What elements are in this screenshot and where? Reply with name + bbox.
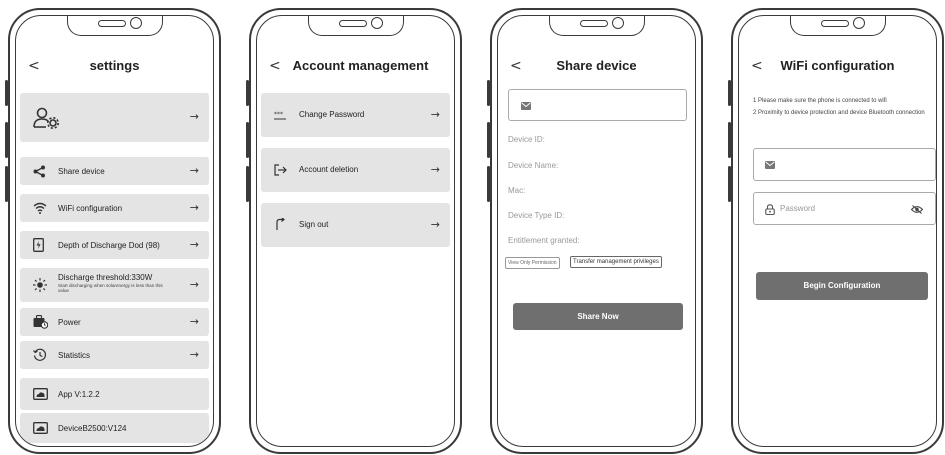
side-button <box>728 122 731 158</box>
header: < settings <box>16 58 213 78</box>
side-button <box>728 166 731 202</box>
arrow-right-icon: → <box>189 278 199 291</box>
arrow-right-icon: → <box>189 201 199 214</box>
view-only-permission-option[interactable]: View Only Permission <box>505 257 560 269</box>
share-icon <box>33 165 45 178</box>
settings-item-label: Power <box>58 318 81 327</box>
account-item-deletion[interactable]: Account deletion → <box>261 148 450 192</box>
device-version: DeviceB2500:V124 <box>58 424 127 433</box>
power-briefcase-icon <box>33 315 48 329</box>
page-title: Share device <box>556 58 637 73</box>
mail-icon <box>765 161 775 169</box>
arrow-right-icon: → <box>189 110 199 123</box>
account-item-label: Account deletion <box>299 165 359 174</box>
battery-charge-icon <box>33 238 44 252</box>
settings-item-wifi[interactable]: WiFi configuration → <box>20 194 209 222</box>
wifi-account-input[interactable] <box>753 148 936 181</box>
phone-share-device: < Share device Device ID: Device Name: M… <box>487 8 703 454</box>
device-version-row: DeviceB2500:V124 <box>20 413 209 443</box>
transfer-privileges-option[interactable]: Transfer management privileges <box>570 256 662 268</box>
account-item-label: Change Password <box>299 110 365 119</box>
eye-hidden-icon[interactable] <box>911 205 923 214</box>
svg-text:***: *** <box>274 111 283 118</box>
instruction-2: 2 Proximity to device protection and dev… <box>753 110 925 116</box>
arrow-right-icon: → <box>189 315 199 328</box>
header: < Account management <box>257 58 454 78</box>
account-item-label: Sign out <box>299 220 329 229</box>
settings-item-dod[interactable]: Depth of Discharge Dod (98) → <box>20 231 209 259</box>
account-item-change-password[interactable]: *** Change Password → <box>261 93 450 137</box>
arrow-right-icon: → <box>189 238 199 251</box>
settings-item-share-device[interactable]: Share device → <box>20 157 209 185</box>
settings-item-discharge-threshold[interactable]: Discharge threshold:330W Start dischargi… <box>20 268 209 302</box>
account-row[interactable]: → <box>20 93 209 142</box>
cloud-box-icon <box>33 422 48 434</box>
account-item-sign-out[interactable]: Sign out → <box>261 203 450 247</box>
settings-item-label: Statistics <box>58 351 91 360</box>
history-icon <box>33 348 46 361</box>
instructions: 1 Please make sure the phone is connecte… <box>753 95 932 119</box>
side-button <box>246 122 249 158</box>
phone-notch <box>66 16 163 36</box>
settings-item-label: Share device <box>58 167 105 176</box>
password-icon: *** <box>274 111 286 120</box>
mail-icon <box>521 102 531 110</box>
arrow-right-icon: → <box>430 218 440 231</box>
phone-account-management: < Account management *** Change Password… <box>246 8 462 454</box>
phone-notch <box>548 16 645 36</box>
screen-account-management: < Account management *** Change Password… <box>256 15 455 447</box>
logout-icon <box>274 164 287 176</box>
settings-item-label: Depth of Discharge Dod (98) <box>58 241 160 250</box>
page-title: WiFi configuration <box>780 58 895 73</box>
sign-out-icon <box>276 218 285 230</box>
side-button <box>246 166 249 202</box>
side-button <box>5 166 8 202</box>
arrow-right-icon: → <box>189 348 199 361</box>
settings-item-power[interactable]: Power → <box>20 308 209 336</box>
arrow-right-icon: → <box>430 108 440 121</box>
mac-label: Mac: <box>508 186 526 195</box>
device-name-label: Device Name: <box>508 161 559 170</box>
settings-item-label: WiFi configuration <box>58 204 123 213</box>
page-title: Account management <box>292 58 429 73</box>
side-button <box>487 122 490 158</box>
side-button <box>487 80 490 106</box>
app-version-row: App V:1.2.2 <box>20 378 209 410</box>
phone-notch <box>789 16 886 36</box>
device-id-label: Device ID: <box>508 135 545 144</box>
sun-icon <box>33 278 47 292</box>
lock-icon <box>765 204 775 215</box>
screen-settings: < settings → Share device → WiFi configu… <box>15 15 214 447</box>
begin-configuration-button[interactable]: Begin Configuration <box>756 272 928 300</box>
side-button <box>5 122 8 158</box>
header: < Share device <box>498 58 695 78</box>
page-title: settings <box>89 58 140 73</box>
password-input[interactable]: Password <box>753 192 936 225</box>
phone-wifi-configuration: < WiFi configuration 1 Please make sure … <box>728 8 944 454</box>
side-button <box>487 166 490 202</box>
share-now-button[interactable]: Share Now <box>513 303 683 330</box>
entitlement-label: Entitlement granted: <box>508 236 580 245</box>
settings-item-statistics[interactable]: Statistics → <box>20 341 209 369</box>
cloud-box-icon <box>33 388 48 400</box>
phone-notch <box>307 16 404 36</box>
arrow-right-icon: → <box>189 164 199 177</box>
settings-item-sublabel: Start discharging when solarenergy is le… <box>58 283 163 294</box>
settings-item-label: Discharge threshold:330W <box>58 273 153 282</box>
side-button <box>5 80 8 106</box>
screen-share-device: < Share device Device ID: Device Name: M… <box>497 15 696 447</box>
device-type-id-label: Device Type ID: <box>508 211 565 220</box>
user-settings-icon <box>33 107 59 129</box>
wifi-icon <box>33 202 47 214</box>
side-button <box>728 80 731 106</box>
app-version: App V:1.2.2 <box>58 390 100 399</box>
instruction-1: 1 Please make sure the phone is connecte… <box>753 98 887 104</box>
arrow-right-icon: → <box>430 163 440 176</box>
phone-settings: < settings → Share device → WiFi configu… <box>5 8 221 454</box>
email-input[interactable] <box>508 89 687 121</box>
side-button <box>246 80 249 106</box>
header: < WiFi configuration <box>739 58 936 78</box>
password-placeholder: Password <box>780 204 816 213</box>
screen-wifi-configuration: < WiFi configuration 1 Please make sure … <box>738 15 937 447</box>
